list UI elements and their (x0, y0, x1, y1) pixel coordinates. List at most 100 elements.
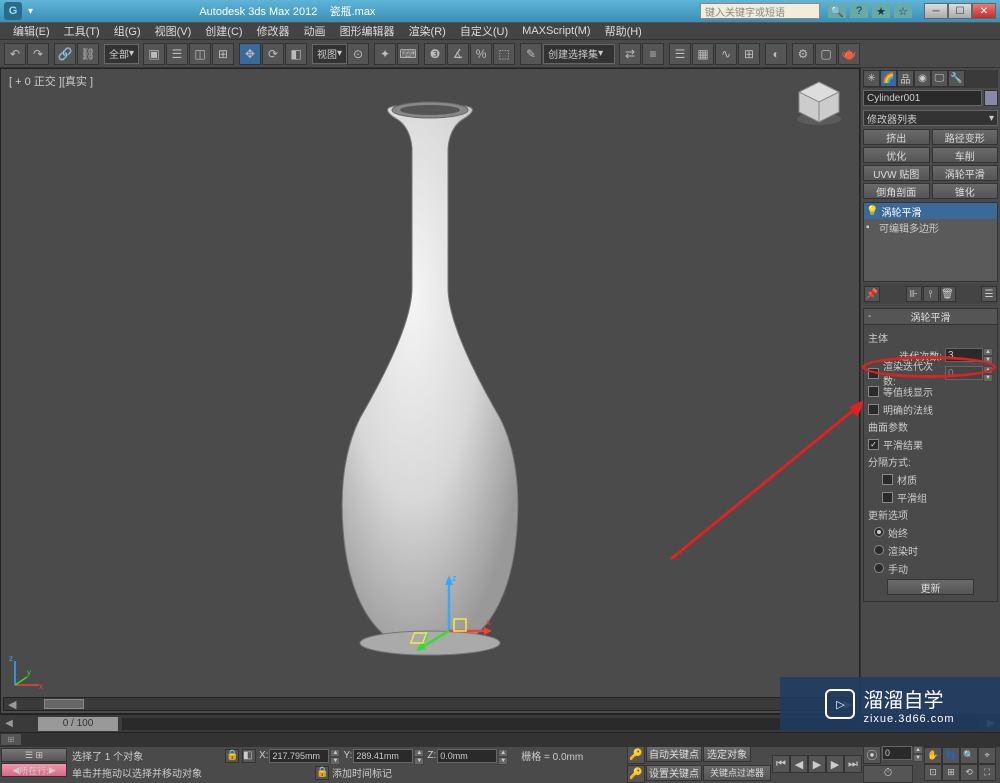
app-logo[interactable]: G (4, 2, 22, 20)
key-step-button[interactable]: ⦿ (863, 746, 881, 764)
refcoord-dropdown[interactable]: 视图 ▾ (312, 44, 347, 64)
selection-filter[interactable]: 全部 ▾ (104, 44, 139, 64)
object-name-field[interactable]: Cylinder001 (863, 90, 982, 106)
maxscript-mini-btn[interactable]: ☰ ⊞ (1, 748, 67, 762)
iterations-spinbtns[interactable]: ▲▼ (983, 348, 993, 362)
menu-grapheditors[interactable]: 图形编辑器 (333, 23, 402, 39)
search-input[interactable]: 键入关键字或短语 (700, 3, 820, 19)
smooth-result-check[interactable]: ✓ (868, 439, 879, 450)
update-always-radio[interactable] (874, 527, 884, 537)
move-button[interactable]: ✥ (239, 43, 261, 65)
z-coord-field[interactable]: 0.0mm (437, 749, 497, 763)
percent-snap-button[interactable]: % (470, 43, 492, 65)
isoline-check[interactable] (868, 386, 879, 397)
mod-lathe[interactable]: 车削 (932, 147, 999, 163)
maximize-button[interactable]: ☐ (948, 3, 972, 19)
menu-group[interactable]: 组(G) (107, 23, 148, 39)
track-bar[interactable]: ⊞ (0, 732, 1000, 746)
keyboard-shortcut-button[interactable]: ⌨ (397, 43, 419, 65)
render-iters-spinner[interactable]: 0 (945, 366, 983, 380)
render-button[interactable]: 🫖 (838, 43, 860, 65)
menu-tools[interactable]: 工具(T) (57, 23, 107, 39)
utilities-tab[interactable]: 🔧 (948, 70, 965, 87)
fov-button[interactable]: ⌖ (978, 747, 996, 764)
viewcube[interactable] (789, 77, 849, 127)
signin-icon[interactable]: ☆ (894, 4, 912, 18)
trackbar-toggle[interactable]: ⊞ (0, 733, 22, 746)
goto-start-button[interactable]: ⏮ (772, 755, 790, 773)
select-button[interactable]: ▣ (143, 43, 165, 65)
menu-customize[interactable]: 自定义(U) (453, 23, 515, 39)
goto-end-button[interactable]: ⏭ (844, 755, 862, 773)
render-frame-button[interactable]: ▢ (815, 43, 837, 65)
pin-stack-button[interactable]: 📌 (864, 286, 880, 302)
material-check[interactable] (882, 474, 893, 485)
named-selset[interactable]: 创建选择集 ▾ (543, 44, 615, 64)
modify-tab[interactable]: 🌈 (880, 70, 897, 87)
render-iters-check[interactable] (868, 368, 879, 379)
link-button[interactable]: 🔗 (54, 43, 76, 65)
explicit-normals-check[interactable] (868, 404, 879, 415)
row-indicator[interactable]: ◀所在行:▶ (1, 763, 67, 777)
star-icon[interactable]: ★ (872, 4, 890, 18)
modifier-stack[interactable]: 💡 涡轮平滑 ▪ 可编辑多边形 (863, 202, 998, 282)
menu-rendering[interactable]: 渲染(R) (402, 23, 453, 39)
frame-spin[interactable]: ▲▼ (913, 746, 923, 760)
close-button[interactable]: ✕ (972, 3, 996, 19)
angle-snap-button[interactable]: ∡ (447, 43, 469, 65)
y-coord-field[interactable]: 289.41mm (353, 749, 413, 763)
modifier-list-dropdown[interactable]: 修改器列表▾ (863, 110, 998, 126)
dropdown-icon[interactable]: ▾ (28, 6, 33, 17)
z-spin[interactable]: ▲▼ (498, 749, 508, 763)
stack-item-turbosmooth[interactable]: 💡 涡轮平滑 (864, 203, 997, 219)
minimize-button[interactable]: ─ (924, 3, 948, 19)
select-region-button[interactable]: ◫ (189, 43, 211, 65)
mod-bevelprofile[interactable]: 倒角剖面 (863, 183, 930, 199)
pivot-button[interactable]: ⊙ (347, 43, 369, 65)
selset-button[interactable]: 选定对象 (703, 746, 751, 762)
add-time-tag[interactable]: 添加时间标记 (332, 765, 392, 780)
menu-edit[interactable]: 编辑(E) (6, 23, 57, 39)
unlink-button[interactable]: ⛓ (77, 43, 99, 65)
current-frame-field[interactable]: 0 (882, 746, 912, 760)
viewport-label[interactable]: [ + 0 正交 ][真实 ] (9, 73, 93, 89)
zoom-button[interactable]: 🔍 (960, 747, 978, 764)
rotate-button[interactable]: ⟳ (262, 43, 284, 65)
smoothgroup-check[interactable] (882, 492, 893, 503)
search-icon[interactable]: 🔍 (828, 4, 846, 18)
remove-modifier-button[interactable]: 🗑 (940, 286, 956, 302)
next-frame-button[interactable]: ▶ (826, 755, 844, 773)
play-button[interactable]: ▶ (808, 755, 826, 773)
mod-taper[interactable]: 锥化 (932, 183, 999, 199)
lock-selection-button[interactable]: 🔒 (225, 749, 239, 763)
stack-item-editpoly[interactable]: ▪ 可编辑多边形 (864, 219, 997, 235)
graphite-button[interactable]: ▦ (692, 43, 714, 65)
menu-maxscript[interactable]: MAXScript(M) (515, 25, 597, 37)
show-end-result-button[interactable]: ⊪ (906, 286, 922, 302)
prev-frame-button[interactable]: ◀ (790, 755, 808, 773)
layer-button[interactable]: ☰ (669, 43, 691, 65)
menu-help[interactable]: 帮助(H) (598, 23, 649, 39)
autokey-button[interactable]: 自动关键点 (646, 746, 702, 762)
mod-optimize[interactable]: 优化 (863, 147, 930, 163)
help-icon[interactable]: ? (850, 4, 868, 18)
menu-modifiers[interactable]: 修改器 (250, 23, 297, 39)
key-mode-button[interactable]: 🔑 (627, 746, 645, 764)
menu-animation[interactable]: 动画 (297, 23, 333, 39)
mod-uvwmap[interactable]: UVW 贴图 (863, 165, 930, 181)
configure-sets-button[interactable]: ☰ (981, 286, 997, 302)
mod-extrude[interactable]: 挤出 (863, 129, 930, 145)
make-unique-button[interactable]: ⫯ (923, 286, 939, 302)
snap-button[interactable]: ❸ (424, 43, 446, 65)
x-coord-field[interactable]: 217.795mm (269, 749, 329, 763)
menu-create[interactable]: 创建(C) (198, 23, 249, 39)
update-manual-radio[interactable] (874, 563, 884, 573)
scale-button[interactable]: ◧ (285, 43, 307, 65)
undo-button[interactable]: ↶ (4, 43, 26, 65)
rollout-header[interactable]: - 涡轮平滑 (864, 309, 997, 325)
setkey-icon[interactable]: 🔑 (627, 765, 645, 783)
display-tab[interactable]: 🖵 (931, 70, 948, 87)
motion-tab[interactable]: ◉ (914, 70, 931, 87)
pan-button[interactable]: ✋ (924, 747, 942, 764)
x-spin[interactable]: ▲▼ (330, 749, 340, 763)
